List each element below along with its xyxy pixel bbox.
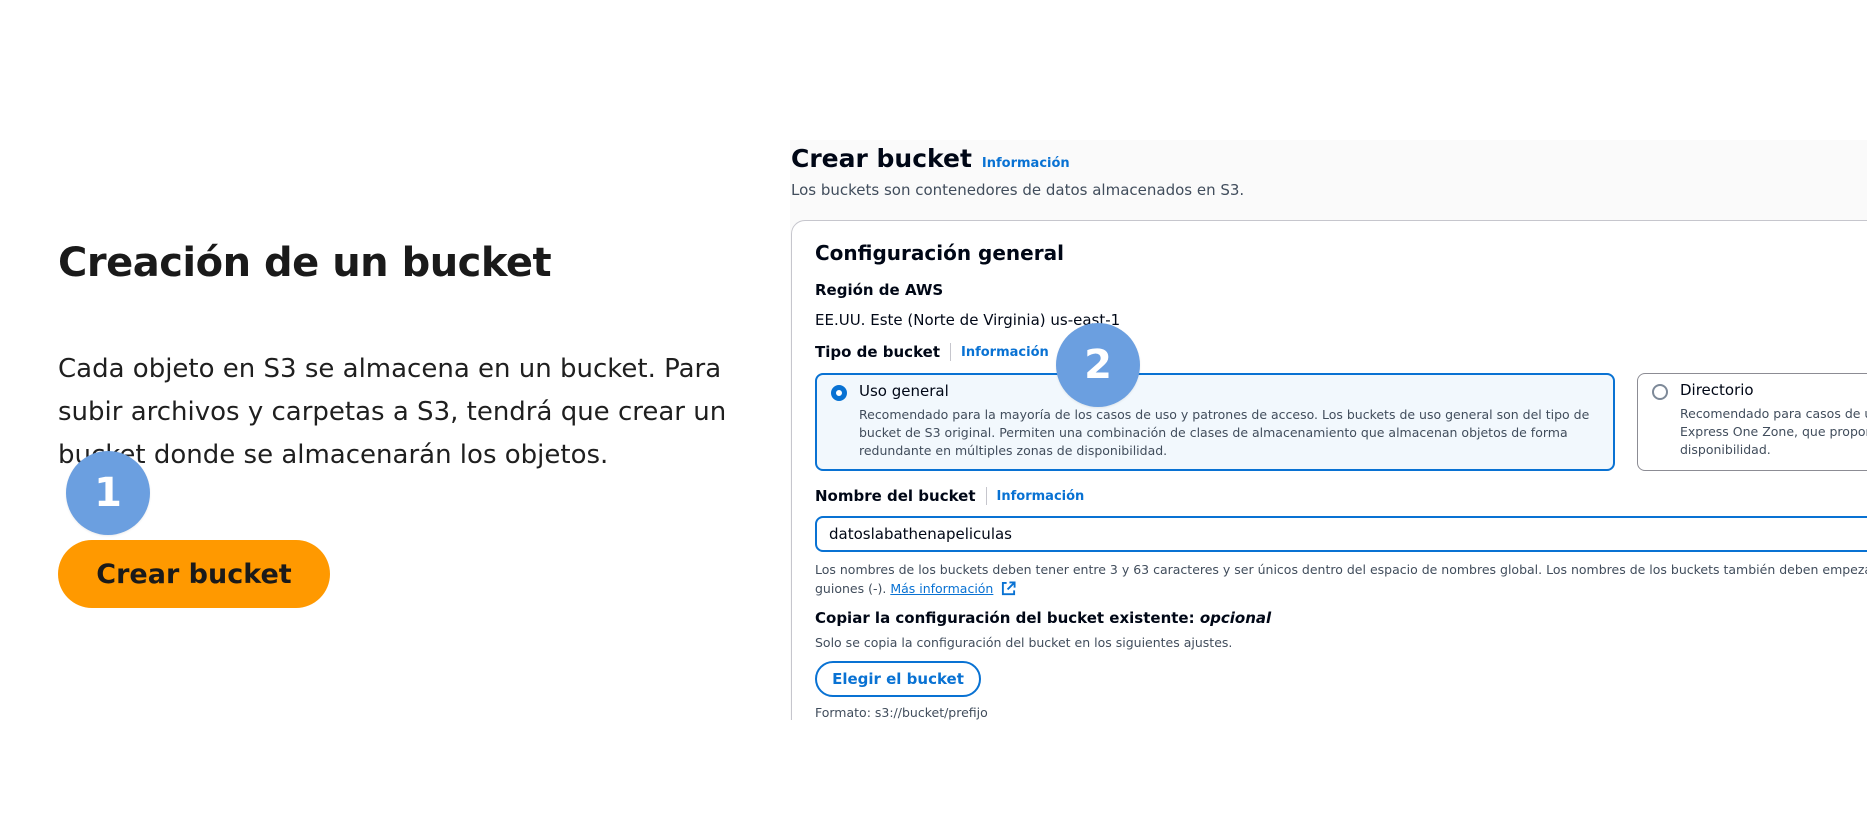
option-description: Recomendado para la mayoría de los casos… xyxy=(859,407,1590,458)
option-description: Recomendado para casos de u Express One … xyxy=(1680,406,1867,457)
console-panel: Crear bucket Información Los buckets son… xyxy=(790,140,1867,720)
bucket-name-info-link[interactable]: Información xyxy=(997,489,1085,504)
bucket-type-info-link[interactable]: Información xyxy=(961,345,1049,360)
step-2-badge: 2 xyxy=(1056,323,1140,407)
page: Creación de un bucket Cada objeto en S3 … xyxy=(0,0,1867,840)
console-title-info-link[interactable]: Información xyxy=(982,156,1070,171)
optional-marker: opcional xyxy=(1199,609,1272,627)
region-label: Región de AWS xyxy=(815,281,943,299)
bucket-type-directory-option[interactable]: Directorio Recomendado para casos de u E… xyxy=(1637,373,1867,471)
bucket-name-label: Nombre del bucket Información xyxy=(815,487,1084,505)
external-link-icon[interactable] xyxy=(1001,581,1016,601)
region-label-text: Región de AWS xyxy=(815,281,944,299)
copy-configuration-description: Solo se copia la configuración del bucke… xyxy=(815,635,1233,650)
choose-bucket-button[interactable]: Elegir el bucket xyxy=(815,661,981,697)
page-description: Cada objeto en S3 se almacena en un buck… xyxy=(58,354,727,470)
step-1-badge: 1 xyxy=(66,451,150,535)
bucket-name-label-text: Nombre del bucket xyxy=(815,487,976,505)
page-title: Creación de un bucket xyxy=(58,240,552,286)
more-info-link[interactable]: Más información xyxy=(890,581,993,596)
bucket-type-label: Tipo de bucket Información xyxy=(815,343,1049,361)
card-title: Configuración general xyxy=(815,241,1064,265)
bucket-name-help-text: Los nombres de los buckets deben tener e… xyxy=(815,560,1867,601)
radio-unselected-icon[interactable] xyxy=(1652,384,1668,400)
console-title-text: Crear bucket xyxy=(791,144,972,173)
create-bucket-button[interactable]: Crear bucket xyxy=(58,540,330,608)
bucket-type-label-text: Tipo de bucket xyxy=(815,343,940,361)
region-value: EE.UU. Este (Norte de Virginia) us-east-… xyxy=(815,311,1121,329)
bucket-type-general-purpose-option[interactable]: Uso general Recomendado para la mayoría … xyxy=(815,373,1615,471)
format-hint: Formato: s3://bucket/prefijo xyxy=(815,705,988,720)
radio-selected-icon[interactable] xyxy=(831,385,847,401)
general-configuration-card: Configuración general Región de AWS EE.U… xyxy=(791,220,1867,720)
option-title: Directorio xyxy=(1680,381,1754,399)
label-separator xyxy=(985,487,987,505)
console-title: Crear bucket Información xyxy=(791,144,1070,173)
bucket-name-input[interactable] xyxy=(815,516,1867,552)
copy-configuration-label: Copiar la configuración del bucket exist… xyxy=(815,609,1272,627)
console-subtitle: Los buckets son contenedores de datos al… xyxy=(791,181,1245,199)
label-separator xyxy=(950,343,951,361)
option-title: Uso general xyxy=(859,382,949,400)
